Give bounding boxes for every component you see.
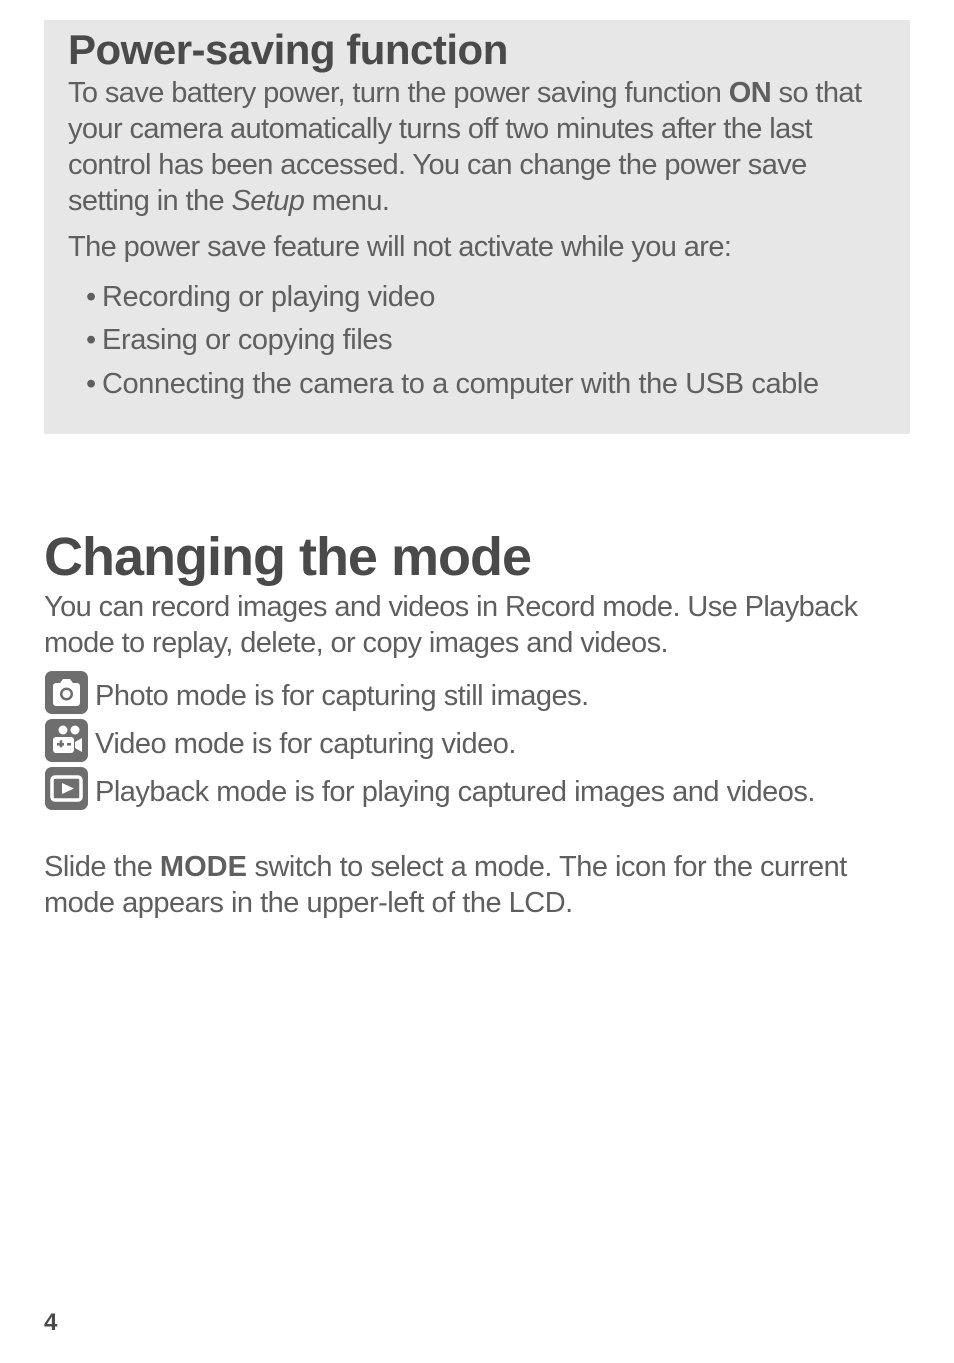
section-intro: You can record images and videos in Reco…: [44, 590, 910, 662]
list-item: Connecting the camera to a computer with…: [86, 363, 886, 407]
mode-list: Photo mode is for capturing still images…: [44, 670, 910, 814]
mode-label: Video mode is for capturing video.: [95, 723, 516, 767]
photo-icon: [44, 670, 89, 715]
mode-row-video: Video mode is for capturing video.: [44, 718, 910, 766]
list-item: Recording or playing video: [86, 276, 886, 320]
mode-label: Photo mode is for capturing still images…: [95, 675, 589, 719]
callout-heading: Power-saving function: [68, 26, 886, 74]
tail-mode: MODE: [160, 851, 247, 883]
p1-italic: Setup: [232, 185, 305, 217]
callout-box: Power-saving function To save battery po…: [44, 20, 910, 434]
callout-list: Recording or playing video Erasing or co…: [68, 276, 886, 407]
callout-paragraph-2: The power save feature will not activate…: [68, 230, 886, 266]
p1-bold: ON: [729, 77, 771, 109]
mode-row-playback: Playback mode is for playing captured im…: [44, 766, 910, 814]
list-item: Erasing or copying files: [86, 319, 886, 363]
section-heading: Changing the mode: [44, 526, 910, 588]
tail-pre: Slide the: [44, 851, 160, 883]
callout-paragraph-1: To save battery power, turn the power sa…: [68, 76, 886, 220]
mode-row-photo: Photo mode is for capturing still images…: [44, 670, 910, 718]
mode-label: Playback mode is for playing captured im…: [95, 771, 815, 815]
manual-page: Power-saving function To save battery po…: [0, 0, 954, 1363]
p1-pre: To save battery power, turn the power sa…: [68, 77, 729, 109]
p1-post: menu.: [304, 185, 389, 217]
video-icon: [44, 718, 89, 763]
playback-icon: [44, 766, 89, 811]
tail-paragraph: Slide the MODE switch to select a mode. …: [44, 850, 910, 922]
page-number: 4: [44, 1309, 57, 1337]
